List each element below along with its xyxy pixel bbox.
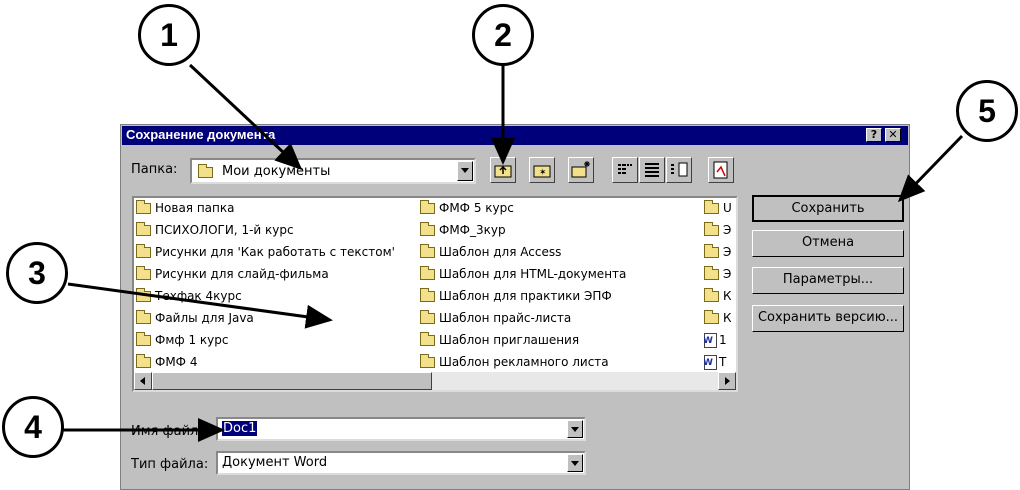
callout-3-arrow — [67, 282, 333, 329]
annotation-arrows — [62, 63, 964, 442]
callout-3: 3 — [6, 242, 68, 304]
callout-5: 5 — [956, 80, 1018, 142]
callout-2: 2 — [472, 4, 534, 66]
callout-4: 4 — [2, 396, 64, 458]
callout-1-arrow — [188, 63, 303, 171]
callout-5-arrow — [897, 134, 964, 203]
callout-1: 1 — [138, 4, 200, 66]
